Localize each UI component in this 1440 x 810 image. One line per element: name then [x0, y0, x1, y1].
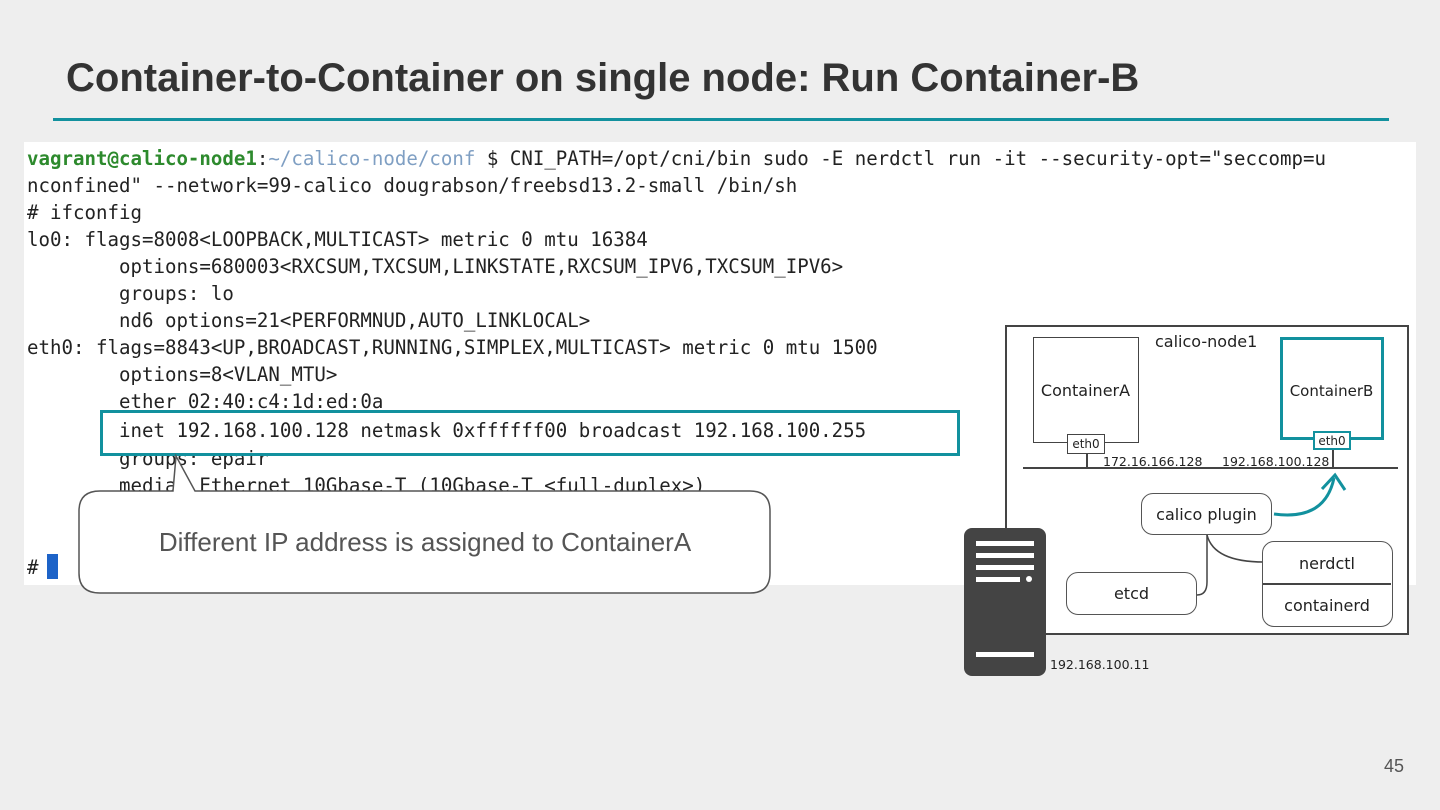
- node-diagram: calico-node1 ContainerA eth0 ContainerB …: [1005, 325, 1409, 635]
- server-icon: [964, 528, 1046, 676]
- calico-plugin-box: calico plugin: [1141, 493, 1272, 535]
- page-number: 45: [1384, 756, 1405, 776]
- nerdctl-containerd-box: nerdctl containerd: [1262, 541, 1393, 627]
- host-ip: 192.168.100.11: [1050, 657, 1150, 672]
- stack-divider: [1263, 583, 1391, 585]
- containerd-label: containerd: [1284, 596, 1370, 615]
- nerdctl-label: nerdctl: [1299, 554, 1355, 573]
- callout-text: Different IP address is assigned to Cont…: [158, 526, 692, 557]
- etcd-box: etcd: [1066, 572, 1197, 615]
